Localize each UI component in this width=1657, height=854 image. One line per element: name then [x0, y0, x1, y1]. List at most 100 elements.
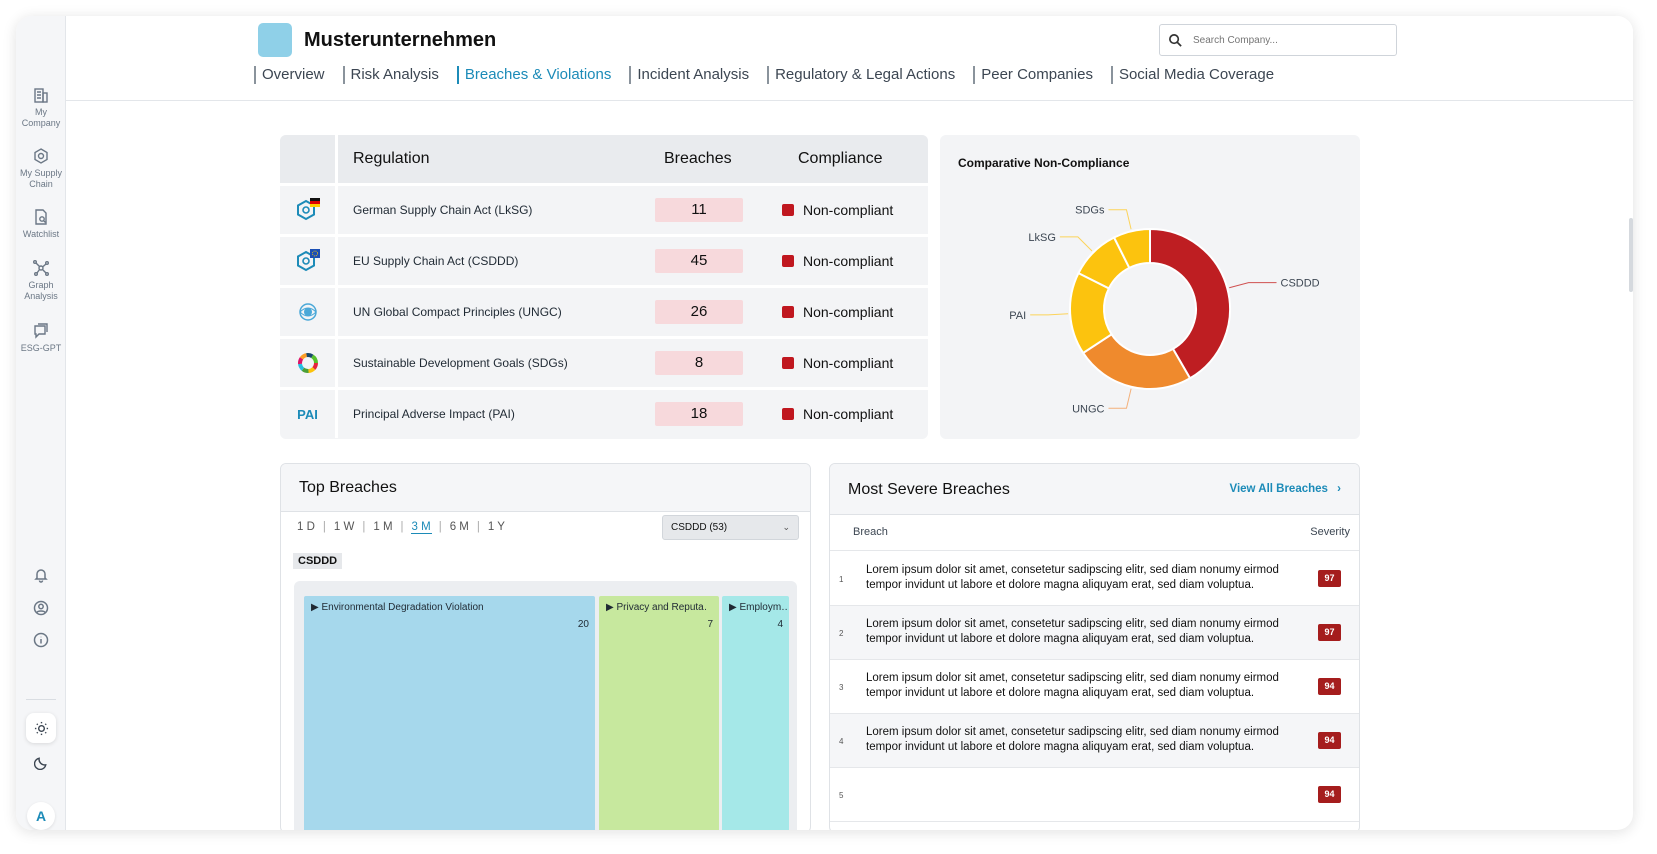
- icon-cell: PAI: [280, 390, 338, 438]
- separator: |: [362, 521, 366, 533]
- range-1d[interactable]: 1 D: [296, 521, 316, 534]
- donut-chart: CSDDD UNGC PAI LkSG SDGs: [1009, 205, 1320, 416]
- table-row[interactable]: 4 Lorem ipsum dolor sit amet, consetetur…: [830, 714, 1359, 768]
- breach-count: 11: [655, 198, 743, 222]
- regulation-table: Regulation Breaches Compliance German Su…: [280, 135, 928, 439]
- treemap: ▶ Environmental Degradation Violation 20…: [294, 581, 797, 830]
- tab-regulatory-legal[interactable]: Regulatory & Legal Actions: [767, 66, 961, 84]
- building-icon: [34, 88, 48, 103]
- table-row[interactable]: EU Supply Chain Act (CSDDD) 45 Non-compl…: [280, 234, 928, 285]
- comparative-non-compliance-panel: Comparative Non-Compliance CSDDD UNGC PAI L…: [940, 135, 1360, 439]
- range-1m[interactable]: 1 M: [372, 521, 393, 534]
- compliance-status: Non-compliant: [782, 355, 893, 371]
- profile-button[interactable]: [29, 596, 53, 620]
- treemap-tile[interactable]: ▶ Employm… 4: [722, 596, 789, 830]
- column-header-breach: Breach: [853, 526, 888, 538]
- header: Musterunternehmen Overview Risk Analysis…: [66, 16, 1633, 101]
- breach-count: 8: [655, 351, 743, 375]
- time-range-selector: 1 D | 1 W | 1 M | 3 M | 6 M | 1 Y: [296, 521, 506, 534]
- search-box[interactable]: [1159, 24, 1397, 56]
- table-row[interactable]: UN Global Compact Principles (UNGC) 26 N…: [280, 285, 928, 336]
- compliance-status: Non-compliant: [782, 253, 893, 269]
- status-indicator: [782, 204, 794, 216]
- tab-breaches-violations[interactable]: Breaches & Violations: [456, 66, 617, 84]
- regulation-select[interactable]: CSDDD (53) ⌄: [662, 515, 799, 540]
- row-number: 1: [839, 575, 844, 584]
- info-button[interactable]: [29, 628, 53, 652]
- range-3m[interactable]: 3 M: [410, 521, 432, 534]
- table-row[interactable]: 1 Lorem ipsum dolor sit amet, consetetur…: [830, 552, 1359, 606]
- table-row[interactable]: PAI Principal Adverse Impact (PAI) 18 No…: [280, 387, 928, 438]
- table-row[interactable]: German Supply Chain Act (LkSG) 11 Non-co…: [280, 183, 928, 234]
- un-global-compact-icon: [298, 303, 317, 321]
- tab-peer-companies[interactable]: Peer Companies: [973, 66, 1099, 84]
- severity-badge: 94: [1318, 732, 1341, 749]
- sidebar-item-esg-gpt[interactable]: ESG-GPT: [16, 322, 66, 354]
- leader-line: [1059, 236, 1093, 252]
- column-header-regulation: Regulation: [353, 150, 430, 167]
- graph-nodes-icon: [33, 260, 49, 276]
- sidebar-item-label: Watchlist: [22, 229, 60, 239]
- tile-value: 4: [777, 619, 783, 630]
- status-indicator: [782, 408, 794, 420]
- column-header-severity: Severity: [1310, 526, 1350, 538]
- table-row[interactable]: Sustainable Development Goals (SDGs) 8 N…: [280, 336, 928, 387]
- sidebar-item-my-company[interactable]: My Company: [16, 86, 66, 129]
- breach-description: Lorem ipsum dolor sit amet, consetetur s…: [866, 726, 1279, 753]
- dark-theme-button[interactable]: [26, 747, 56, 777]
- sidebar-item-label: Graph Analysis: [24, 280, 58, 301]
- pai-logo: PAI: [297, 406, 318, 422]
- table-row[interactable]: 5 94: [830, 768, 1359, 822]
- sidebar-item-my-supply-chain[interactable]: My Supply Chain: [16, 147, 66, 190]
- status-indicator: [782, 357, 794, 369]
- chat-icon: [34, 323, 48, 339]
- tab-social-media[interactable]: Social Media Coverage: [1110, 66, 1280, 84]
- leader-line: [1030, 313, 1069, 316]
- tab-incident-analysis[interactable]: Incident Analysis: [629, 66, 755, 84]
- regulation-tag: CSDDD: [293, 553, 343, 569]
- compliance-status: Non-compliant: [782, 304, 893, 320]
- app-window: My Company My Supply Chain Watchlist Gra…: [16, 16, 1633, 830]
- select-value: CSDDD (53): [671, 522, 728, 533]
- tile-value: 7: [707, 619, 713, 630]
- range-1y[interactable]: 1 Y: [487, 521, 506, 534]
- treemap-tile[interactable]: ▶ Privacy and Reputa… 7: [599, 596, 719, 830]
- scrollbar[interactable]: [1629, 218, 1633, 292]
- leader-line: [1108, 209, 1132, 230]
- sidebar-item-label: ESG-GPT: [20, 343, 62, 353]
- severity-badge: 97: [1318, 570, 1341, 587]
- view-all-breaches-link[interactable]: View All Breaches ›: [1230, 483, 1342, 495]
- icon-cell: [280, 288, 338, 336]
- breach-count: 45: [655, 249, 743, 273]
- table-row[interactable]: 3 Lorem ipsum dolor sit amet, consetetur…: [830, 660, 1359, 714]
- range-1w[interactable]: 1 W: [333, 521, 355, 534]
- treemap-tile[interactable]: ▶ Environmental Degradation Violation 20: [304, 596, 595, 830]
- header-corner: [280, 135, 338, 183]
- document-search-icon: [35, 209, 47, 225]
- separator: |: [438, 521, 442, 533]
- tile-label: ▶ Environmental Degradation Violation: [311, 602, 484, 613]
- table-row[interactable]: 2 Lorem ipsum dolor sit amet, consetetur…: [830, 606, 1359, 660]
- severity-badge: 94: [1318, 678, 1341, 695]
- search-input[interactable]: [1193, 34, 1383, 46]
- sidebar-item-graph-analysis[interactable]: Graph Analysis: [16, 259, 66, 302]
- tile-label: ▶ Employm…: [729, 602, 787, 613]
- row-number: 4: [839, 737, 844, 746]
- regulation-name: German Supply Chain Act (LkSG): [353, 203, 533, 217]
- tile-value: 20: [577, 619, 589, 630]
- notifications-button[interactable]: [29, 563, 53, 587]
- tab-overview[interactable]: Overview: [254, 66, 331, 84]
- sidebar-item-watchlist[interactable]: Watchlist: [16, 208, 66, 240]
- sdg-wheel-icon: [297, 353, 318, 373]
- tab-risk-analysis[interactable]: Risk Analysis: [342, 66, 445, 84]
- slice-label: CSDDD: [1281, 278, 1320, 290]
- range-6m[interactable]: 6 M: [449, 521, 470, 534]
- separator: |: [476, 521, 480, 533]
- status-label: Non-compliant: [803, 406, 894, 422]
- column-header-breaches: Breaches: [664, 150, 732, 167]
- light-theme-button[interactable]: [26, 713, 56, 743]
- avatar[interactable]: A: [27, 802, 55, 830]
- status-label: Non-compliant: [803, 253, 894, 269]
- link-label: View All Breaches: [1229, 483, 1328, 495]
- column-header-compliance: Compliance: [798, 150, 883, 167]
